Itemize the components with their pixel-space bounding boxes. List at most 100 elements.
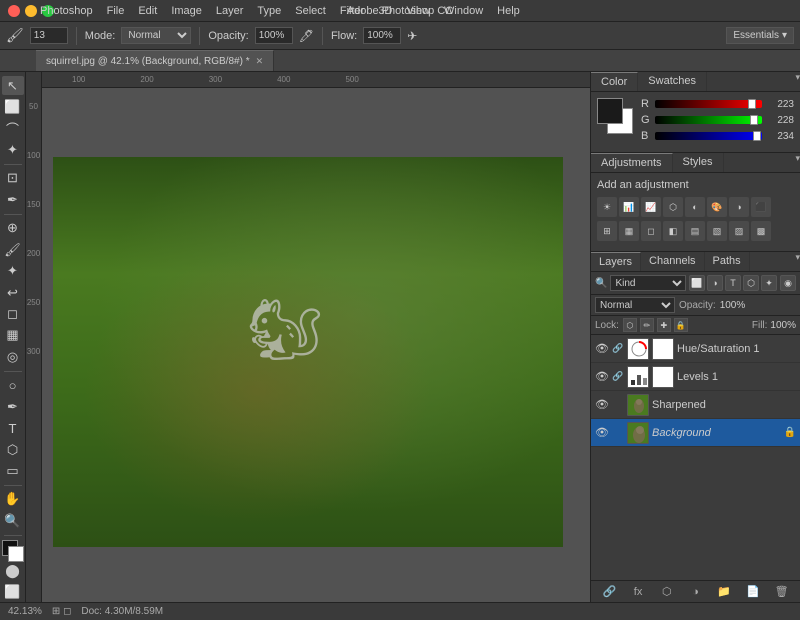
red-thumb[interactable] bbox=[748, 99, 756, 109]
tab-layers[interactable]: Layers bbox=[591, 252, 641, 271]
minimize-button[interactable] bbox=[25, 5, 37, 17]
layer-item[interactable]: 👁 🔗 Hue/Saturation 1 bbox=[591, 335, 800, 363]
document-tab[interactable]: squirrel.jpg @ 42.1% (Background, RGB/8#… bbox=[36, 50, 274, 71]
background-color[interactable] bbox=[8, 546, 24, 562]
type-filter-icon[interactable]: T bbox=[725, 275, 741, 291]
tab-swatches[interactable]: Swatches bbox=[638, 72, 707, 91]
lock-image-icon[interactable]: ✏ bbox=[640, 318, 654, 332]
hand-tool[interactable]: ✋ bbox=[2, 490, 24, 509]
zoom-tool[interactable]: 🔍 bbox=[2, 511, 24, 530]
adjustment-filter-icon[interactable]: ◑ bbox=[707, 275, 723, 291]
layer-visibility-toggle[interactable]: 👁 bbox=[595, 426, 609, 440]
menu-3d[interactable]: 3D bbox=[378, 5, 392, 17]
color-picker[interactable] bbox=[2, 540, 24, 559]
lock-position-icon[interactable]: ✚ bbox=[657, 318, 671, 332]
clone-tool[interactable]: ✦ bbox=[2, 261, 24, 280]
menu-filter[interactable]: Filter bbox=[340, 5, 364, 17]
canvas-document[interactable] bbox=[53, 157, 563, 547]
curves-icon[interactable]: 📈 bbox=[641, 197, 661, 217]
brightness-contrast-icon[interactable]: ☀ bbox=[597, 197, 617, 217]
delete-layer-icon[interactable]: 🗑 bbox=[773, 583, 791, 601]
color-preview[interactable] bbox=[597, 98, 633, 134]
posterize-icon[interactable]: ▤ bbox=[685, 221, 705, 241]
tab-adjustments[interactable]: Adjustments bbox=[591, 153, 673, 172]
red-slider[interactable] bbox=[655, 100, 762, 108]
huesat-icon[interactable]: 🎨 bbox=[707, 197, 727, 217]
shape-tool[interactable]: ▭ bbox=[2, 461, 24, 480]
menu-help[interactable]: Help bbox=[497, 5, 520, 17]
eraser-tool[interactable]: ◻ bbox=[2, 304, 24, 323]
healing-tool[interactable]: ⊕ bbox=[2, 219, 24, 238]
collapse-icon[interactable]: ▾ bbox=[795, 153, 800, 172]
colorbal-icon[interactable]: ◑ bbox=[729, 197, 749, 217]
menu-layer[interactable]: Layer bbox=[216, 5, 244, 17]
layer-item[interactable]: 👁 🔗 Levels 1 bbox=[591, 363, 800, 391]
essentials-button[interactable]: Essentials ▾ bbox=[726, 27, 794, 44]
blend-mode-select[interactable]: Normal bbox=[595, 297, 675, 313]
color-lookup-icon[interactable]: ◻ bbox=[641, 221, 661, 241]
filter-toggle[interactable]: ◉ bbox=[780, 275, 796, 291]
screen-mode-tool[interactable]: ⬜ bbox=[2, 582, 24, 601]
lasso-tool[interactable]: ⌒ bbox=[2, 119, 24, 138]
gradient-map-icon[interactable]: ▨ bbox=[729, 221, 749, 241]
close-tab-icon[interactable]: ✕ bbox=[256, 56, 264, 67]
pixel-filter-icon[interactable]: ⬜ bbox=[689, 275, 705, 291]
green-slider[interactable] bbox=[655, 116, 762, 124]
threshold-icon[interactable]: ▧ bbox=[707, 221, 727, 241]
lock-transparent-icon[interactable]: ⬡ bbox=[623, 318, 637, 332]
layer-visibility-toggle[interactable]: 👁 bbox=[595, 398, 609, 412]
new-group-icon[interactable]: 📁 bbox=[715, 583, 733, 601]
menu-file[interactable]: File bbox=[107, 5, 125, 17]
channel-mix-icon[interactable]: ▦ bbox=[619, 221, 639, 241]
tab-styles[interactable]: Styles bbox=[673, 153, 724, 172]
layer-kind-select[interactable]: Kind bbox=[610, 275, 686, 291]
foreground-color-swatch[interactable] bbox=[597, 98, 623, 124]
exposure-icon[interactable]: ⬡ bbox=[663, 197, 683, 217]
menu-select[interactable]: Select bbox=[295, 5, 326, 17]
menu-photoshop[interactable]: Photoshop bbox=[40, 5, 93, 17]
type-tool[interactable]: T bbox=[2, 418, 24, 437]
menu-view[interactable]: View bbox=[406, 5, 430, 17]
link-layers-icon[interactable]: 🔗 bbox=[600, 583, 618, 601]
vibrance-icon[interactable]: ◐ bbox=[685, 197, 705, 217]
blue-slider[interactable] bbox=[655, 132, 762, 140]
selective-color-icon[interactable]: ▩ bbox=[751, 221, 771, 241]
tab-color[interactable]: Color bbox=[591, 72, 638, 91]
add-mask-icon[interactable]: ⬡ bbox=[658, 583, 676, 601]
menu-type[interactable]: Type bbox=[257, 5, 281, 17]
menu-image[interactable]: Image bbox=[171, 5, 202, 17]
brush-tool[interactable]: 🖌 bbox=[2, 240, 24, 259]
green-thumb[interactable] bbox=[750, 115, 758, 125]
collapse-icon[interactable]: ▾ bbox=[795, 72, 800, 91]
crop-tool[interactable]: ⊡ bbox=[2, 169, 24, 188]
gradient-tool[interactable]: ▦ bbox=[2, 326, 24, 345]
dodge-tool[interactable]: ○ bbox=[2, 376, 24, 395]
history-tool[interactable]: ↩ bbox=[2, 283, 24, 302]
bw-icon[interactable]: ⬛ bbox=[751, 197, 771, 217]
photo-filter-icon[interactable]: ⊞ bbox=[597, 221, 617, 241]
move-tool[interactable]: ↖ bbox=[2, 76, 24, 95]
layer-item[interactable]: 👁 Sharpened bbox=[591, 391, 800, 419]
opacity-input[interactable] bbox=[255, 27, 293, 44]
levels-icon[interactable]: 📊 bbox=[619, 197, 639, 217]
invert-icon[interactable]: ◧ bbox=[663, 221, 683, 241]
layer-visibility-toggle[interactable]: 👁 bbox=[595, 342, 609, 356]
tab-paths[interactable]: Paths bbox=[705, 252, 750, 271]
close-button[interactable] bbox=[8, 5, 20, 17]
canvas-area[interactable]: 100 200 300 400 500 50 100 150 200 250 3… bbox=[26, 72, 590, 602]
quick-mask-tool[interactable]: ⬤ bbox=[2, 561, 24, 580]
path-tool[interactable]: ⬡ bbox=[2, 440, 24, 459]
magic-wand-tool[interactable]: ✦ bbox=[2, 140, 24, 159]
blur-tool[interactable]: ◎ bbox=[2, 347, 24, 366]
layer-visibility-toggle[interactable]: 👁 bbox=[595, 370, 609, 384]
tab-channels[interactable]: Channels bbox=[641, 252, 704, 271]
mode-select[interactable]: Normal bbox=[121, 27, 191, 44]
add-style-icon[interactable]: fx bbox=[629, 583, 647, 601]
brush-size-input[interactable] bbox=[30, 27, 68, 44]
collapse-icon[interactable]: ▾ bbox=[795, 252, 800, 271]
smart-filter-icon[interactable]: ✦ bbox=[761, 275, 777, 291]
shape-filter-icon[interactable]: ⬡ bbox=[743, 275, 759, 291]
blue-thumb[interactable] bbox=[753, 131, 761, 141]
menu-window[interactable]: Window bbox=[444, 5, 483, 17]
new-layer-icon[interactable]: 📄 bbox=[744, 583, 762, 601]
